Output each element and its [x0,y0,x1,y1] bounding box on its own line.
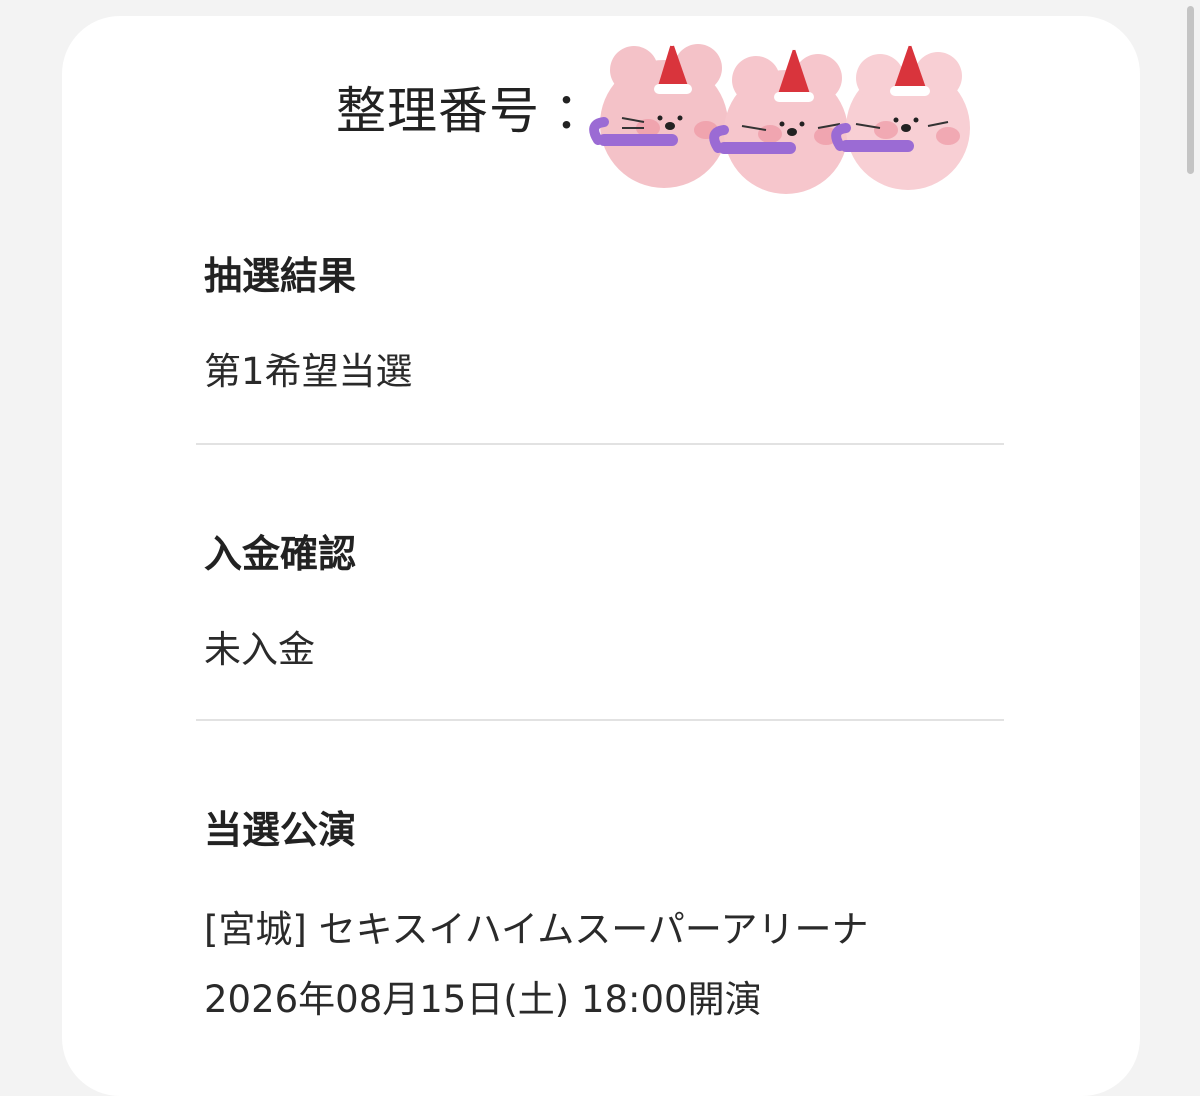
cat-face-1 [589,34,728,188]
lottery-result-title: 抽選結果 [204,254,357,298]
payment-status-section: 入金確認 未入金 [204,530,1004,674]
ticket-number-label: 整理番号 [336,82,540,140]
lottery-result-section: 抽選結果 第1希望当選 [204,252,1004,396]
ticket-number-row: 整理番号 ： [336,76,604,146]
divider [196,719,1004,721]
payment-status-value: 未入金 [204,628,315,671]
santa-cat-sticker-icon [589,34,970,194]
winning-performance-section: 当選公演 [宮城] セキスイハイムスーパーアリーナ 2026年08月15日(土)… [204,806,1004,1024]
lottery-result-value: 第1希望当選 [204,350,413,393]
scrollbar-thumb[interactable] [1187,6,1194,174]
cat-face-3 [831,34,970,190]
performance-venue: [宮城] セキスイハイムスーパーアリーナ [204,908,869,951]
divider [196,443,1004,445]
performance-datetime: 2026年08月15日(土) 18:00開演 [204,978,762,1021]
scrollbar[interactable] [1180,0,1200,1048]
cat-face-2 [709,38,848,194]
payment-status-title: 入金確認 [204,532,357,576]
winning-performance-title: 当選公演 [204,808,357,852]
